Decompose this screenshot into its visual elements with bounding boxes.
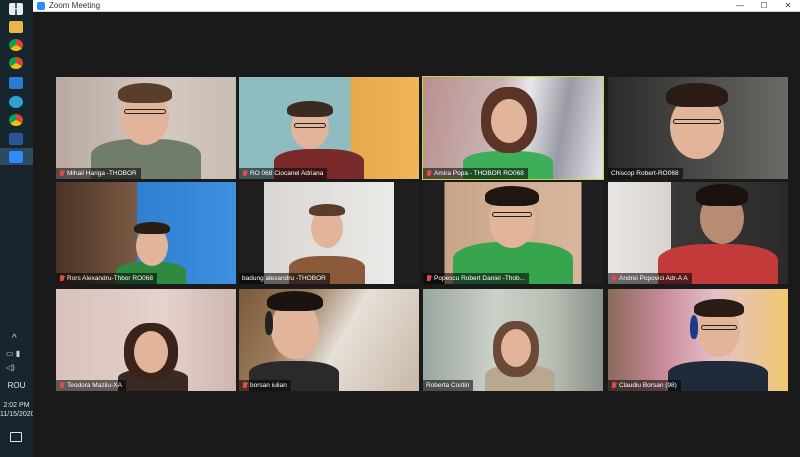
participant-name: Rors Alexandru-Thbor RO068: [67, 275, 153, 282]
video-tile[interactable]: RO 068 Ciocanel Adriana: [239, 77, 419, 179]
participant-name-tag: Chiscop Robert-RO068: [608, 168, 683, 179]
muted-mic-icon: [426, 169, 432, 178]
video-tile[interactable]: borsan iulian: [239, 289, 419, 391]
participant-hair: [287, 101, 333, 117]
windows-start-icon[interactable]: [9, 3, 23, 15]
language-indicator[interactable]: ROU: [0, 381, 33, 390]
zoom-app-icon[interactable]: [9, 151, 23, 163]
muted-mic-icon: [611, 381, 617, 390]
participant-name: Claudiu Borsan (98): [619, 382, 677, 389]
video-tile[interactable]: Claudiu Borsan (98): [608, 289, 788, 391]
participant-name: Chiscop Robert-RO068: [611, 170, 679, 177]
glasses: [492, 212, 532, 217]
video-tile[interactable]: Mihail Hariga -THOBOR: [56, 77, 236, 179]
participant-name-tag: Amira Popa - THOBOR RO068: [423, 168, 528, 179]
video-tile[interactable]: Chiscop Robert-RO068: [608, 77, 788, 179]
participant-hair: [696, 184, 748, 206]
participant-name-tag: Teodora Mazilu-XA: [56, 380, 126, 391]
participant-name-tag: Rors Alexandru-Thbor RO068: [56, 273, 157, 284]
glasses: [124, 109, 166, 114]
edge-icon[interactable]: [9, 96, 23, 108]
participant-shirt: [668, 361, 768, 391]
participant-name: Popescu Robert Daniel -Thob...: [434, 275, 526, 282]
store-icon[interactable]: [9, 77, 23, 89]
glasses: [673, 119, 721, 124]
clock-date: 11/15/2020: [0, 411, 35, 418]
participant-hair: [118, 83, 172, 103]
participant-hair: [267, 291, 323, 311]
participant-name: RO 068 Ciocanel Adriana: [250, 170, 324, 177]
participant-name-tag: Roberta Costin: [423, 380, 474, 391]
participant-face: [501, 329, 531, 367]
participant-name-tag: Andrei Popovici Adr-A A: [608, 273, 692, 284]
word-icon[interactable]: [9, 133, 23, 145]
participant-name-tag: Claudiu Borsan (98): [608, 380, 681, 391]
video-tile[interactable]: badung alexandru -THOBOR: [239, 182, 419, 284]
participant-name-tag: badung alexandru -THOBOR: [239, 273, 330, 284]
file-explorer-icon[interactable]: [9, 21, 23, 33]
chrome-icon[interactable]: [9, 39, 23, 51]
muted-mic-icon: [59, 274, 65, 283]
participant-hair: [309, 204, 345, 216]
participant-name: badung alexandru -THOBOR: [242, 275, 326, 282]
video-tile[interactable]: Andrei Popovici Adr-A A: [608, 182, 788, 284]
network-icon[interactable]: ▭ ▮: [6, 349, 28, 358]
participant-hair: [694, 299, 744, 317]
participant-name: Amira Popa - THOBOR RO068: [434, 170, 524, 177]
participant-name: Roberta Costin: [426, 382, 470, 389]
minimize-button[interactable]: —: [728, 0, 752, 12]
participant-name-tag: Mihail Hariga -THOBOR: [56, 168, 141, 179]
video-tile-active-speaker[interactable]: Amira Popa - THOBOR RO068: [422, 76, 604, 180]
participant-face: [491, 99, 527, 143]
participant-hair: [134, 222, 170, 234]
volume-icon[interactable]: ◁): [6, 363, 15, 372]
gallery-view: Mihail Hariga -THOBOR RO 068 Ciocanel Ad…: [33, 12, 800, 457]
window-titlebar: Zoom Meeting — ☐ ✕: [33, 0, 800, 12]
windows-taskbar: ^ ▭ ▮ ◁) ROU 2:02 PM 11/15/2020: [0, 0, 35, 457]
headphones-icon: [265, 311, 273, 335]
maximize-button[interactable]: ☐: [752, 0, 776, 12]
video-tile[interactable]: Teodora Mazilu-XA: [56, 289, 236, 391]
participant-name-tag: borsan iulian: [239, 380, 291, 391]
participant-name: Andrei Popovici Adr-A A: [619, 275, 688, 282]
muted-mic-icon: [242, 381, 248, 390]
chrome-icon-2[interactable]: [9, 57, 23, 69]
video-tile[interactable]: Popescu Robert Daniel -Thob...: [423, 182, 603, 284]
chrome-icon-3[interactable]: [9, 114, 23, 126]
glasses: [701, 325, 737, 330]
participant-name: Teodora Mazilu-XA: [67, 382, 122, 389]
participant-name: borsan iulian: [250, 382, 287, 389]
clock-time: 2:02 PM: [3, 402, 30, 409]
participant-name-tag: RO 068 Ciocanel Adriana: [239, 168, 328, 179]
muted-mic-icon: [59, 381, 65, 390]
video-tile[interactable]: Roberta Costin: [423, 289, 603, 391]
participant-name: Mihail Hariga -THOBOR: [67, 170, 137, 177]
headphones-icon: [690, 315, 698, 339]
participant-hair: [666, 83, 728, 107]
participant-face: [134, 331, 168, 373]
muted-mic-icon: [242, 169, 248, 178]
participant-hair: [485, 186, 539, 206]
hidden-icons-chevron-icon[interactable]: ^: [12, 333, 17, 344]
video-tile[interactable]: Rors Alexandru-Thbor RO068: [56, 182, 236, 284]
glasses: [294, 123, 326, 128]
muted-mic-icon: [426, 274, 432, 283]
participant-name-tag: Popescu Robert Daniel -Thob...: [423, 273, 530, 284]
window-title: Zoom Meeting: [49, 1, 101, 10]
zoom-logo-icon: [37, 2, 45, 10]
notifications-icon[interactable]: [10, 432, 22, 442]
clock[interactable]: 2:02 PM 11/15/2020: [0, 401, 35, 419]
muted-mic-icon: [59, 169, 65, 178]
muted-mic-icon: [611, 274, 617, 283]
close-button[interactable]: ✕: [776, 0, 800, 12]
